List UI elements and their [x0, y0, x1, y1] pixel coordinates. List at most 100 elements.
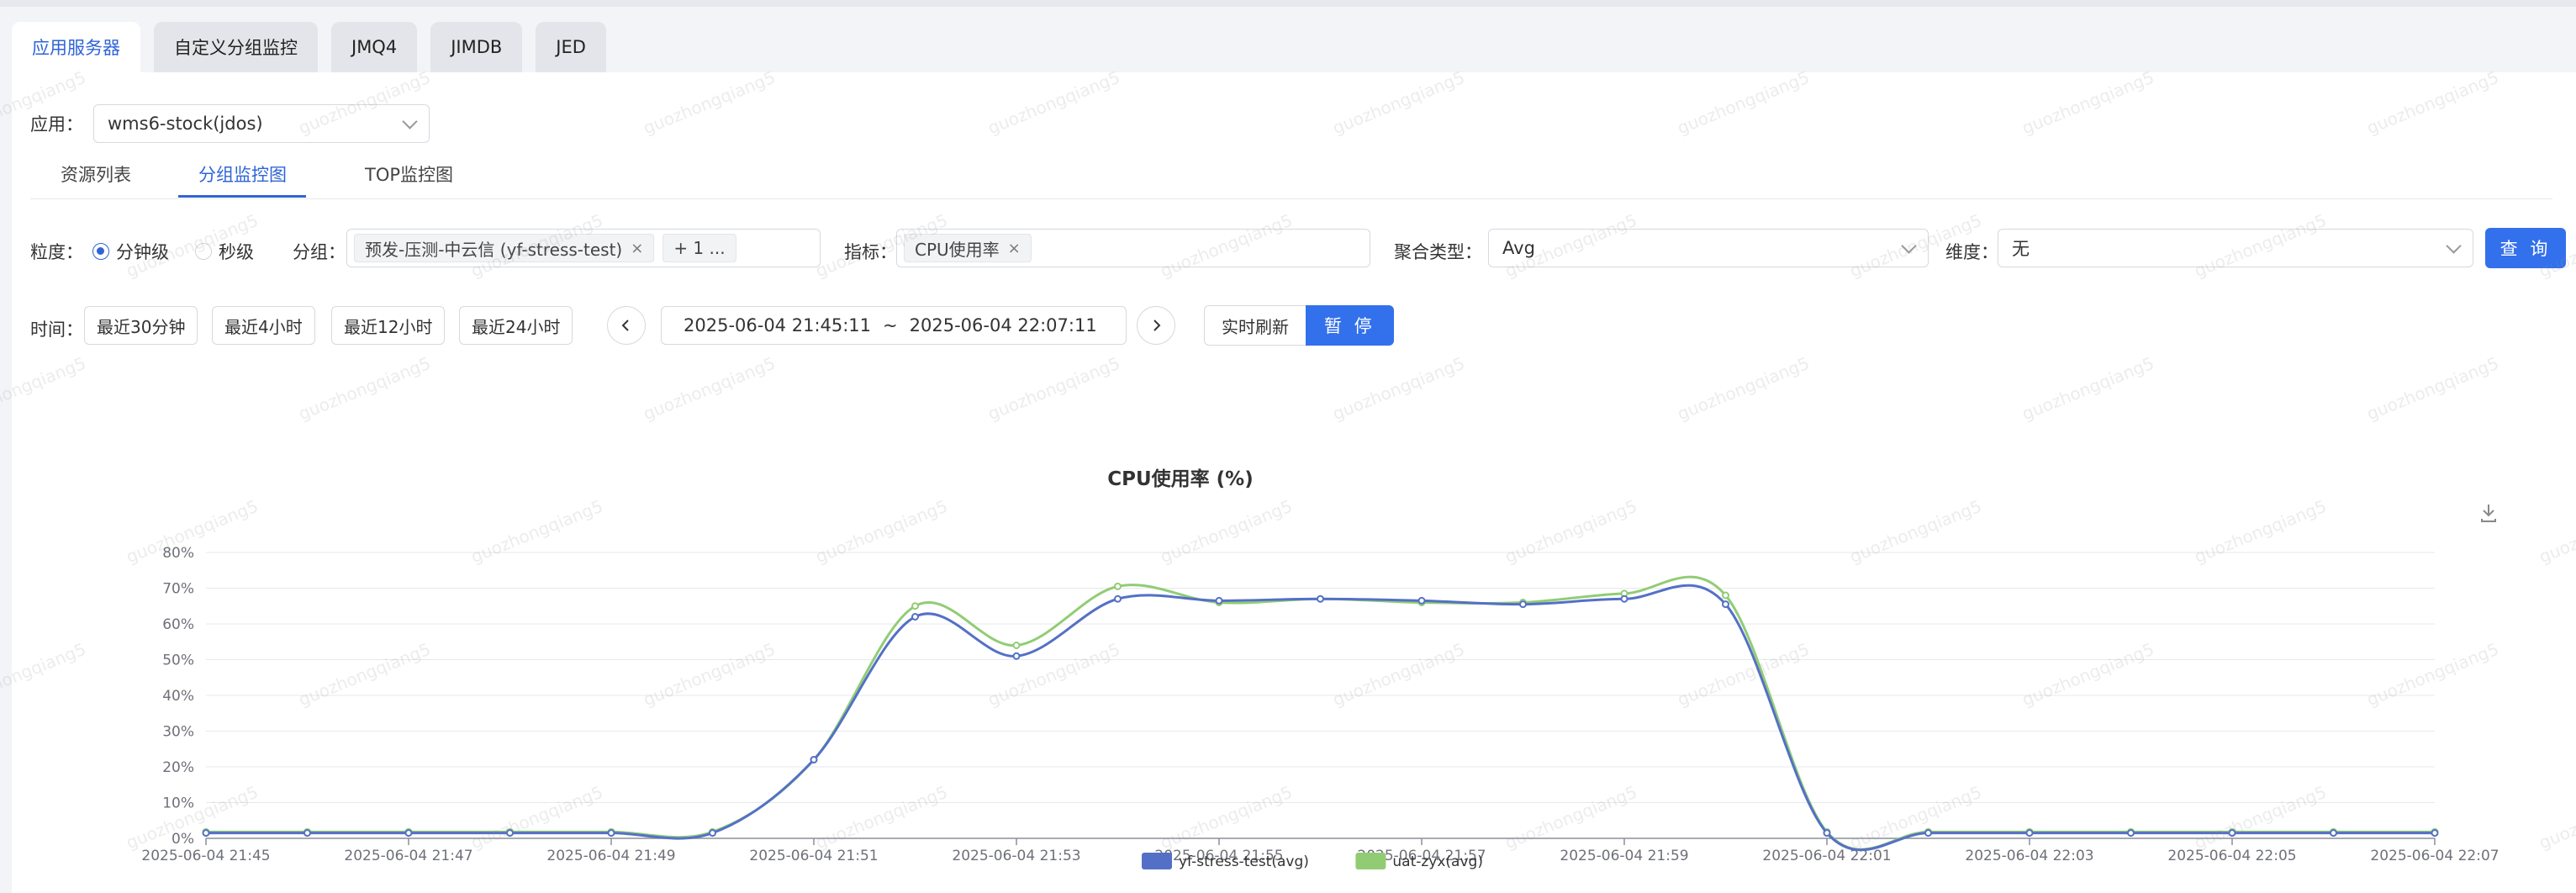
radio-second[interactable]: 秒级 [195, 239, 254, 264]
data-point[interactable] [1317, 594, 1324, 603]
data-point[interactable] [1924, 829, 1932, 838]
data-point[interactable] [2025, 829, 2034, 838]
metric-tag-text: CPU使用率 [915, 239, 1000, 260]
x-tick-label: 2025-06-04 22:03 [1965, 848, 2093, 864]
radio-minute[interactable]: 分钟级 [92, 239, 169, 264]
legend-item[interactable]: yf-stress-test(avg) [1142, 853, 1309, 870]
data-point[interactable] [2431, 829, 2439, 838]
x-tick-label: 2025-06-04 21:49 [546, 848, 675, 864]
radio-unchecked-icon [195, 243, 212, 260]
y-tick-label: 70% [162, 581, 194, 598]
download-icon[interactable] [2481, 505, 2496, 522]
quick-4h-button[interactable]: 最近4小时 [212, 306, 315, 345]
quick-12h-button[interactable]: 最近12小时 [331, 306, 446, 345]
y-tick-label: 60% [162, 616, 194, 633]
y-tick-label: 0% [172, 831, 194, 848]
y-tick-label: 80% [162, 545, 194, 562]
quick-24h-button[interactable]: 最近24小时 [459, 306, 573, 345]
data-point[interactable] [2127, 829, 2135, 838]
y-tick-label: 10% [162, 795, 194, 812]
metric-multiselect[interactable]: CPU使用率 × [896, 229, 1370, 267]
data-point[interactable] [1012, 652, 1021, 660]
data-point[interactable] [1012, 642, 1021, 649]
chevron-right-icon [1153, 320, 1161, 331]
tab-top-monitor[interactable]: TOP监控图 [365, 156, 453, 198]
pause-button[interactable]: 暂 停 [1306, 305, 1394, 346]
agg-select[interactable]: Avg [1488, 229, 1929, 267]
date-range-picker[interactable]: 2025-06-04 21:45:11 ~ 2025-06-04 22:07:1… [661, 306, 1127, 345]
data-point[interactable] [202, 829, 210, 838]
window-top-strip [0, 0, 2576, 7]
granularity-label: 粒度： [30, 242, 83, 262]
x-tick-label: 2025-06-04 21:45 [141, 848, 270, 864]
data-point[interactable] [911, 613, 919, 621]
sub-tab-bar: 资源列表 分组监控图 TOP监控图 [30, 156, 2552, 199]
next-range-button[interactable] [1137, 306, 1175, 345]
group-more-text: + 1 ... [673, 238, 726, 258]
dimension-select[interactable]: 无 [1998, 229, 2473, 267]
data-point[interactable] [304, 829, 311, 838]
app-selector-row: 应用： wms6-stock(jdos) [30, 104, 430, 143]
realtime-refresh-button[interactable]: 实时刷新 [1204, 305, 1306, 346]
x-tick-label: 2025-06-04 22:07 [2370, 848, 2499, 864]
tab-jimdb[interactable]: JIMDB [430, 22, 523, 72]
app-select-value: wms6-stock(jdos) [108, 114, 263, 134]
data-point[interactable] [1417, 596, 1426, 605]
tab-jed[interactable]: JED [536, 22, 606, 72]
close-icon[interactable]: × [1008, 240, 1021, 257]
filter-row: 粒度： 分钟级 秒级 分组： 预发-压测-中云信 (yf-stress-test… [30, 228, 2566, 271]
quick-30min-button[interactable]: 最近30分钟 [84, 306, 198, 345]
close-icon[interactable]: × [631, 240, 643, 257]
tab-jmq4[interactable]: JMQ4 [331, 22, 418, 72]
legend-item[interactable]: uat-zyx(avg) [1355, 853, 1483, 870]
data-point[interactable] [1114, 582, 1122, 590]
group-multiselect[interactable]: 预发-压测-中云信 (yf-stress-test) × + 1 ... [346, 229, 821, 267]
chevron-down-icon [2446, 237, 2462, 254]
time-label: 时间： [30, 320, 83, 340]
x-tick-label: 2025-06-04 21:47 [344, 848, 472, 864]
agg-label: 聚合类型： [1394, 242, 1482, 262]
x-tick-label: 2025-06-04 22:05 [2167, 848, 2296, 864]
active-tab-indicator [178, 195, 306, 198]
prev-range-button[interactable] [607, 306, 646, 345]
data-point[interactable] [1722, 591, 1729, 600]
group-tag: 预发-压测-中云信 (yf-stress-test) × [354, 234, 655, 262]
legend-swatch [1142, 853, 1172, 869]
top-tab-bar: 应用服务器 自定义分组监控 JMQ4 JIMDB JED [12, 22, 606, 72]
app-select[interactable]: wms6-stock(jdos) [93, 104, 430, 143]
data-point[interactable] [404, 829, 413, 838]
data-point[interactable] [607, 829, 615, 838]
dimension-label: 维度： [1945, 242, 1998, 262]
data-point[interactable] [1215, 596, 1223, 605]
tab-app-server[interactable]: 应用服务器 [12, 22, 140, 72]
dimension-select-value: 无 [2012, 239, 2030, 259]
range-separator: ~ [883, 315, 898, 336]
range-start: 2025-06-04 21:45:11 [684, 315, 872, 336]
x-tick-label: 2025-06-04 21:53 [952, 848, 1080, 864]
y-tick-label: 30% [162, 724, 194, 741]
data-point[interactable] [1519, 600, 1527, 609]
data-point[interactable] [1823, 829, 1831, 838]
query-button[interactable]: 查 询 [2485, 228, 2566, 268]
data-point[interactable] [1114, 594, 1122, 603]
legend-swatch [1355, 853, 1386, 869]
group-tag-text: 预发-压测-中云信 (yf-stress-test) [365, 239, 623, 260]
tab-custom-group[interactable]: 自定义分组监控 [154, 22, 318, 72]
data-point[interactable] [1722, 600, 1729, 609]
y-tick-label: 50% [162, 653, 194, 669]
range-end: 2025-06-04 22:07:11 [909, 315, 1097, 336]
data-point[interactable] [709, 829, 716, 838]
data-point[interactable] [810, 756, 818, 764]
group-more-tag[interactable]: + 1 ... [662, 234, 736, 262]
data-point[interactable] [911, 602, 919, 610]
tab-resource-list[interactable]: 资源列表 [61, 156, 131, 198]
tab-group-monitor[interactable]: 分组监控图 [198, 156, 287, 198]
data-point[interactable] [506, 829, 514, 838]
data-point[interactable] [1620, 594, 1628, 603]
data-point[interactable] [2228, 829, 2236, 838]
metric-tag: CPU使用率 × [904, 234, 1032, 262]
y-tick-label: 40% [162, 688, 194, 705]
data-point[interactable] [2330, 829, 2337, 838]
chevron-left-icon [621, 320, 629, 331]
series-line [205, 584, 2435, 852]
